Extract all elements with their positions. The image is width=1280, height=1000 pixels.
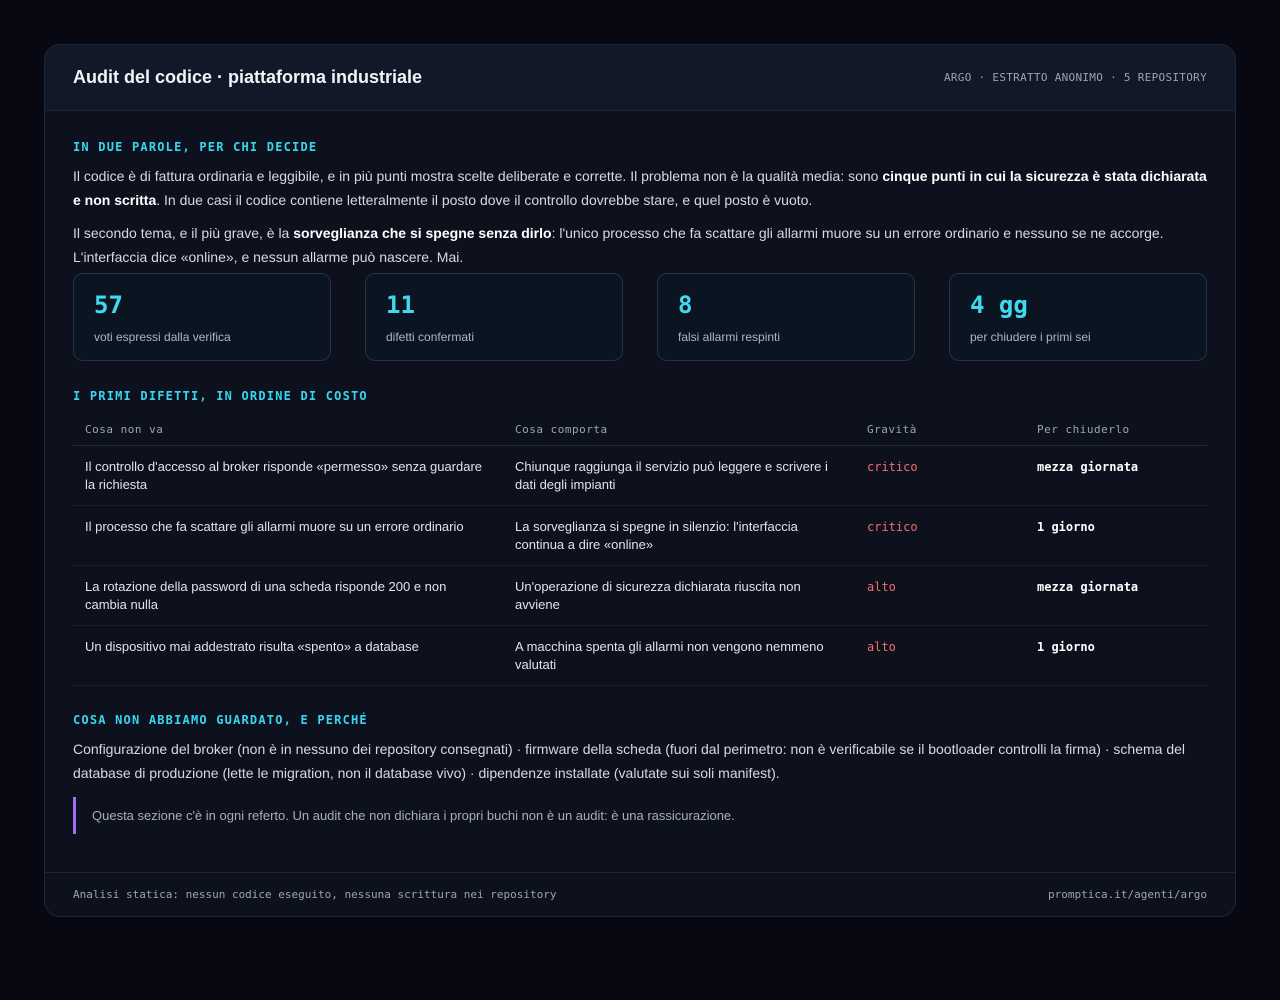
report-meta: ARGO · ESTRATTO ANONIMO · 5 REPOSITORY <box>943 71 1207 84</box>
stats-row: 57 voti espressi dalla verifica 11 difet… <box>73 273 1207 361</box>
defect-fix-time: 1 giorno <box>1025 505 1207 566</box>
defect-fix-time: mezza giornata <box>1025 565 1207 626</box>
footer-link[interactable]: promptica.it/agenti/argo <box>1048 888 1207 901</box>
defect-impact: Chiunque raggiunga il servizio può legge… <box>503 445 855 506</box>
defects-table: Cosa non va Cosa comporta Gravità Per ch… <box>73 423 1207 686</box>
stat-card: 57 voti espressi dalla verifica <box>73 273 331 361</box>
table-header-row: Cosa non va Cosa comporta Gravità Per ch… <box>73 423 1207 446</box>
stat-label: voti espressi dalla verifica <box>94 330 231 344</box>
defect-impact: La sorveglianza si spegne in silenzio: l… <box>503 505 855 566</box>
report-header: Audit del codice · piattaforma industria… <box>45 45 1235 111</box>
defect-fix-time: mezza giornata <box>1025 445 1207 506</box>
stat-value: 4 gg <box>970 291 1028 319</box>
table-row: Il processo che fa scattare gli allarmi … <box>73 505 1207 566</box>
stat-label: per chiudere i primi sei <box>970 330 1091 344</box>
stat-value: 11 <box>386 291 415 319</box>
defect-issue: La rotazione della password di una sched… <box>73 565 503 626</box>
stat-label: falsi allarmi respinti <box>678 330 781 344</box>
summary-heading: IN DUE PAROLE, PER CHI DECIDE <box>73 140 318 154</box>
defect-fix-time: 1 giorno <box>1025 625 1207 686</box>
column-header: Cosa comporta <box>503 423 855 446</box>
defect-issue: Il processo che fa scattare gli allarmi … <box>73 505 503 566</box>
scope-heading: COSA NON ABBIAMO GUARDATO, E PERCHÉ <box>73 713 368 727</box>
stat-value: 8 <box>678 291 693 319</box>
column-header: Per chiuderlo <box>1025 423 1207 446</box>
summary-highlight-2: sorveglianza che si spegne senza dirlo <box>293 225 552 241</box>
defect-severity: alto <box>855 625 1025 686</box>
defect-impact: A macchina spenta gli allarmi non vengon… <box>503 625 855 686</box>
defects-heading: I PRIMI DIFETTI, IN ORDINE DI COSTO <box>73 389 368 403</box>
summary-paragraph-2: Il secondo tema, e il più grave, è la so… <box>73 225 1164 265</box>
column-header: Gravità <box>855 423 1025 446</box>
stat-card: 8 falsi allarmi respinti <box>657 273 915 361</box>
stat-label: difetti confermati <box>386 330 475 344</box>
defect-issue: Il controllo d'accesso al broker rispond… <box>73 445 503 506</box>
stat-card: 11 difetti confermati <box>365 273 623 361</box>
report-title: Audit del codice · piattaforma industria… <box>73 67 423 87</box>
footer-disclaimer: Analisi statica: nessun codice eseguito,… <box>73 888 557 901</box>
report-content: IN DUE PAROLE, PER CHI DECIDE Il codice … <box>45 140 1235 834</box>
stat-card: 4 gg per chiudere i primi sei <box>949 273 1207 361</box>
table-row: Il controllo d'accesso al broker rispond… <box>73 445 1207 506</box>
defect-issue: Un dispositivo mai addestrato risulta «s… <box>73 625 503 686</box>
defect-severity: critico <box>855 505 1025 566</box>
table-row: La rotazione della password di una sched… <box>73 565 1207 626</box>
defect-severity: critico <box>855 445 1025 506</box>
summary-paragraph-1: Il codice è di fattura ordinaria e leggi… <box>73 168 1207 208</box>
defect-severity: alto <box>855 565 1025 626</box>
column-header: Cosa non va <box>73 423 503 446</box>
defect-impact: Un'operazione di sicurezza dichiarata ri… <box>503 565 855 626</box>
scope-note: Questa sezione c'è in ogni referto. Un a… <box>73 797 1207 834</box>
report-footer: Analisi statica: nessun codice eseguito,… <box>45 872 1235 916</box>
scope-text: Configurazione del broker (non è in ness… <box>73 741 1185 781</box>
table-row: Un dispositivo mai addestrato risulta «s… <box>73 625 1207 686</box>
report-card: Audit del codice · piattaforma industria… <box>44 44 1236 917</box>
stat-value: 57 <box>94 291 123 319</box>
